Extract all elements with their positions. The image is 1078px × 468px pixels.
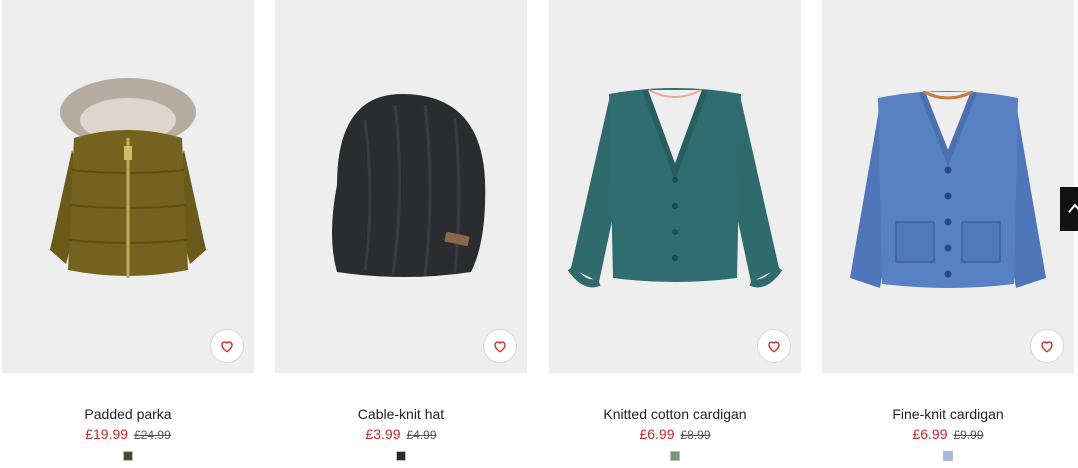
- old-price: £8.99: [680, 428, 711, 442]
- product-prices: £19.99 £24.99: [2, 426, 254, 442]
- product-card[interactable]: Cable-knit hat £3.99 £4.99: [275, 0, 527, 468]
- sale-price: £6.99: [912, 426, 948, 442]
- heart-icon: [1041, 341, 1053, 353]
- product-image[interactable]: [549, 0, 801, 373]
- sale-price: £3.99: [365, 426, 401, 442]
- fine-knit-cardigan-image: [850, 90, 1046, 288]
- product-image[interactable]: [275, 0, 527, 373]
- padded-parka-image: [50, 78, 206, 278]
- product-image[interactable]: [822, 0, 1074, 373]
- product-card[interactable]: Knitted cotton cardigan £6.99 £8.99: [549, 0, 801, 468]
- heart-icon: [768, 341, 780, 353]
- old-price: £9.99: [953, 428, 984, 442]
- chevron-up-icon: [1068, 203, 1078, 213]
- favorite-button[interactable]: [483, 329, 517, 363]
- old-price: £4.99: [406, 428, 437, 442]
- color-swatch[interactable]: [123, 451, 133, 461]
- product-prices: £3.99 £4.99: [275, 426, 527, 442]
- product-prices: £6.99 £9.99: [822, 426, 1074, 442]
- product-card[interactable]: Padded parka £19.99 £24.99: [2, 0, 254, 468]
- old-price: £24.99: [134, 428, 171, 442]
- product-card[interactable]: Fine-knit cardigan £6.99 £9.99: [822, 0, 1074, 468]
- product-grid: Padded parka £19.99 £24.99 Cable-knit hat: [0, 0, 1078, 468]
- favorite-button[interactable]: [757, 329, 791, 363]
- product-title[interactable]: Cable-knit hat: [275, 406, 527, 422]
- product-image[interactable]: [2, 0, 254, 373]
- scroll-to-top-button[interactable]: [1060, 187, 1078, 231]
- color-swatch[interactable]: [396, 451, 406, 461]
- product-title[interactable]: Knitted cotton cardigan: [549, 406, 801, 422]
- heart-icon: [494, 341, 506, 353]
- sale-price: £6.99: [639, 426, 675, 442]
- product-title[interactable]: Padded parka: [2, 406, 254, 422]
- heart-icon: [221, 341, 233, 353]
- cable-knit-hat-image: [332, 93, 486, 277]
- favorite-button[interactable]: [210, 329, 244, 363]
- color-swatch[interactable]: [943, 451, 953, 461]
- color-swatch[interactable]: [670, 451, 680, 461]
- knitted-cotton-cardigan-image: [567, 88, 783, 288]
- sale-price: £19.99: [85, 426, 129, 442]
- product-prices: £6.99 £8.99: [549, 426, 801, 442]
- product-title[interactable]: Fine-knit cardigan: [822, 406, 1074, 422]
- favorite-button[interactable]: [1030, 329, 1064, 363]
